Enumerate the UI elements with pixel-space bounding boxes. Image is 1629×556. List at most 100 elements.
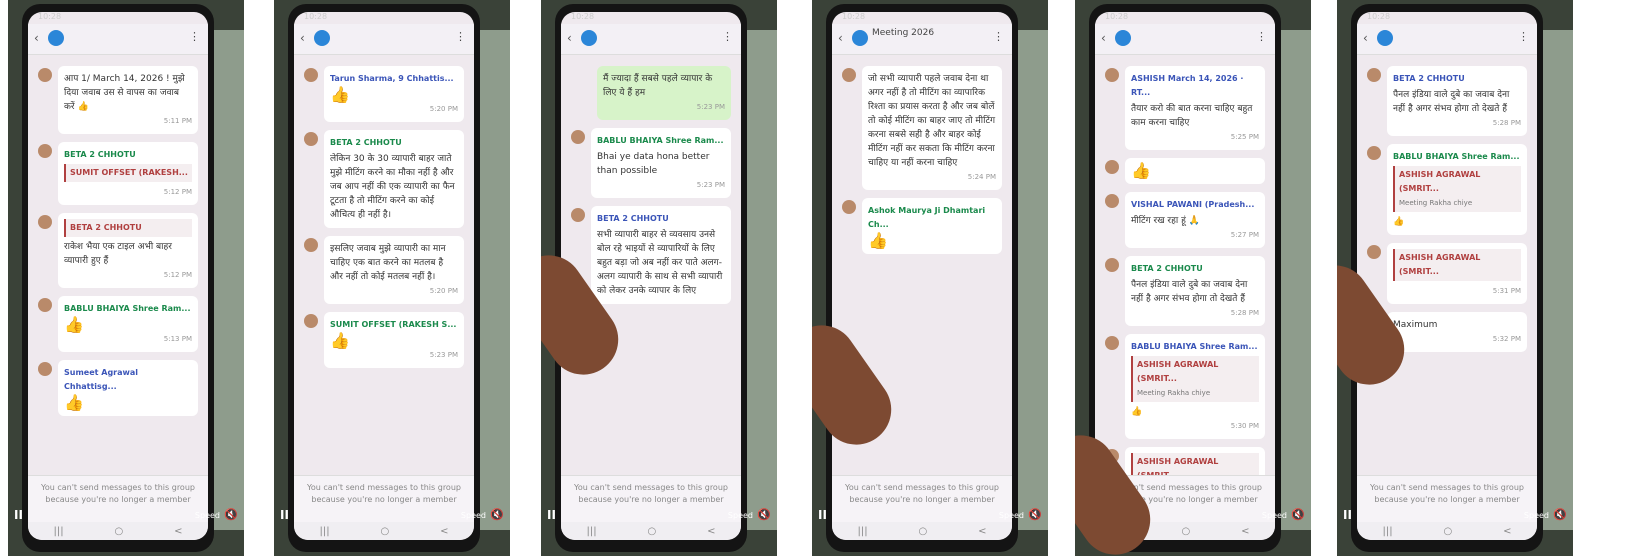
sender-name[interactable]: BETA 2 CHHOTU [1131,262,1259,276]
sender-avatar[interactable] [1105,194,1119,208]
message-bubble[interactable]: इसलिए जवाब मुझे व्यापारी का मान चाहिए एक… [304,236,464,304]
message-bubble[interactable]: जो सभी व्यापारी पहले जवाब देना था अगर नह… [842,66,1002,190]
back-icon[interactable]: < [707,526,715,537]
sender-name[interactable]: Sumeet Agrawal Chhattisg... [64,366,192,394]
video-call-icon[interactable]: ⋮ [1256,30,1267,43]
mute-icon[interactable]: 🔇 [1291,508,1305,521]
sender-avatar[interactable] [38,144,52,158]
sender-avatar[interactable] [38,362,52,376]
message-bubble[interactable]: BETA 2 CHHOTU पैनल इंडिया वाले दुबे का जव… [1367,66,1527,136]
group-avatar[interactable] [48,30,64,46]
group-avatar[interactable] [314,30,330,46]
message-bubble[interactable]: VISHAL PAWANI (Pradesh... मीटिंग रख रहा ह… [1105,192,1265,248]
message-bubble[interactable]: BABLU BHAIYA Shree Ram... 👍 5:13 PM [38,296,198,352]
recents-icon[interactable]: ||| [1382,526,1392,537]
sender-avatar[interactable] [1105,160,1119,174]
video-call-icon[interactable]: ⋮ [455,30,466,43]
message-bubble[interactable]: आप 1/ March 14, 2026 ! मुझे दिया जवाब उस… [38,66,198,134]
mute-icon[interactable]: 🔇 [224,508,238,521]
video-call-icon[interactable]: ⋮ [722,30,733,43]
back-arrow-icon[interactable]: ‹ [1363,31,1368,45]
message-bubble[interactable]: BETA 2 CHHOTU सभी व्यापारी बाहर से व्यवसा… [571,206,731,304]
home-icon[interactable]: ○ [647,526,656,537]
back-arrow-icon[interactable]: ‹ [567,31,572,45]
sender-name[interactable]: BABLU BHAIYA Shree Ram... [64,302,192,316]
pause-icon[interactable]: II [818,508,827,522]
sender-name[interactable]: VISHAL PAWANI (Pradesh... [1131,198,1259,212]
home-icon[interactable]: ○ [918,526,927,537]
sender-name[interactable]: Ashok Maurya Ji Dhamtari Ch... [868,204,996,232]
message-bubble[interactable]: BABLU BHAIYA Shree Ram... Bhai ye data ho… [571,128,731,198]
sender-name[interactable]: SUMIT OFFSET (RAKESH S... [330,318,458,332]
sender-name[interactable]: ASHISH March 14, 2026 · RT... [1131,72,1259,100]
pause-icon[interactable]: II [280,508,289,522]
back-icon[interactable]: < [440,526,448,537]
recents-icon[interactable]: ||| [319,526,329,537]
message-bubble[interactable]: Tarun Sharma, 9 Chhattis... 👍 5:20 PM [304,66,464,122]
message-bubble[interactable]: मैं ज्यादा हैं सबसे पहले व्यापार के लिए … [597,66,731,120]
pause-icon[interactable]: II [1343,508,1352,522]
sender-name[interactable]: BABLU BHAIYA Shree Ram... [1393,150,1521,164]
quoted-message[interactable]: ASHISH AGRAWAL (SMRIT... Meeting Rakha ch… [1131,356,1259,402]
sender-avatar[interactable] [571,208,585,222]
message-bubble[interactable]: Maximum 5:32 PM [1367,312,1527,352]
sender-avatar[interactable] [38,215,52,229]
sender-avatar[interactable] [304,68,318,82]
message-bubble[interactable]: BETA 2 CHHOTU राकेश भैया एक टाइल अभी बाहर… [38,213,198,288]
sender-avatar[interactable] [571,130,585,144]
sender-avatar[interactable] [842,68,856,82]
home-icon[interactable]: ○ [114,526,123,537]
sender-avatar[interactable] [38,68,52,82]
quoted-message[interactable]: ASHISH AGRAWAL (SMRIT... Meeting Rakha ch… [1393,166,1521,212]
mute-icon[interactable]: 🔇 [490,508,504,521]
speed-button[interactable]: Speed [728,511,753,520]
video-call-icon[interactable]: ⋮ [189,30,200,43]
group-name[interactable]: Meeting 2026 [872,28,934,38]
quoted-message[interactable]: BETA 2 CHHOTU [64,219,192,237]
group-avatar[interactable] [1115,30,1131,46]
sender-avatar[interactable] [1367,68,1381,82]
message-bubble[interactable]: 👍 [1105,158,1265,184]
recents-icon[interactable]: ||| [53,526,63,537]
message-bubble[interactable]: BETA 2 CHHOTU SUMIT OFFSET (RAKESH... 5:12… [38,142,198,205]
video-call-icon[interactable]: ⋮ [1518,30,1529,43]
back-icon[interactable]: < [978,526,986,537]
sender-avatar[interactable] [38,298,52,312]
speed-button[interactable]: Speed [461,511,486,520]
speed-button[interactable]: Speed [1262,511,1287,520]
mute-icon[interactable]: 🔇 [1028,508,1042,521]
video-call-icon[interactable]: ⋮ [993,30,1004,43]
sender-name[interactable]: BETA 2 CHHOTU [1393,72,1521,86]
pause-icon[interactable]: II [14,508,23,522]
message-bubble[interactable]: BETA 2 CHHOTU लेकिन 30 के 30 व्यापारी बाह… [304,130,464,228]
sender-avatar[interactable] [1105,68,1119,82]
sender-name[interactable]: BETA 2 CHHOTU [330,136,458,150]
group-avatar[interactable] [581,30,597,46]
sender-avatar[interactable] [842,200,856,214]
sender-avatar[interactable] [304,314,318,328]
recents-icon[interactable]: ||| [857,526,867,537]
home-icon[interactable]: ○ [380,526,389,537]
sender-avatar[interactable] [1367,245,1381,259]
mute-icon[interactable]: 🔇 [757,508,771,521]
message-bubble[interactable]: ASHISH March 14, 2026 · RT... तैयार करो क… [1105,66,1265,150]
group-avatar[interactable] [1377,30,1393,46]
recents-icon[interactable]: ||| [586,526,596,537]
sender-avatar[interactable] [304,132,318,146]
back-arrow-icon[interactable]: ‹ [838,31,843,45]
sender-avatar[interactable] [1105,258,1119,272]
sender-avatar[interactable] [1367,146,1381,160]
back-arrow-icon[interactable]: ‹ [34,31,39,45]
sender-name[interactable]: BETA 2 CHHOTU [64,148,192,162]
speed-button[interactable]: Speed [195,511,220,520]
pause-icon[interactable]: II [547,508,556,522]
message-bubble[interactable]: BABLU BHAIYA Shree Ram... ASHISH AGRAWAL … [1105,334,1265,439]
message-bubble[interactable]: BABLU BHAIYA Shree Ram... ASHISH AGRAWAL … [1367,144,1527,235]
message-bubble[interactable]: ASHISH AGRAWAL (SMRIT... 5:31 PM [1367,243,1527,304]
speed-button[interactable]: Speed [999,511,1024,520]
quoted-message[interactable]: ASHISH AGRAWAL (SMRIT... [1393,249,1521,281]
message-bubble[interactable]: BETA 2 CHHOTU पैनल इंडिया वाले दुबे का जव… [1105,256,1265,326]
back-arrow-icon[interactable]: ‹ [300,31,305,45]
speed-button[interactable]: Speed [1524,511,1549,520]
home-icon[interactable]: ○ [1443,526,1452,537]
